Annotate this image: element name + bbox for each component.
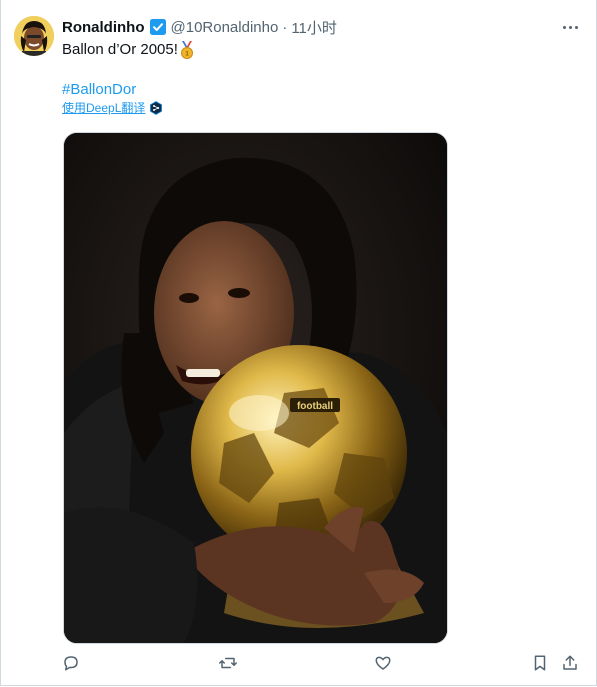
author-avatar[interactable] xyxy=(14,16,54,56)
tweet-text: Ballon d’Or 2005! 1 xyxy=(62,40,195,60)
retweet-icon[interactable] xyxy=(217,652,239,674)
hashtag-link[interactable]: #BallonDor xyxy=(62,80,136,100)
gold-medal-emoji-icon: 1 xyxy=(180,41,193,59)
reply-icon[interactable] xyxy=(60,652,82,674)
verified-badge-icon xyxy=(149,19,166,35)
deepl-icon xyxy=(150,101,163,115)
avatar-image xyxy=(14,16,54,56)
tweet-header: Ronaldinho @10Ronaldinho · 11小时 xyxy=(62,17,337,37)
bookmark-icon[interactable] xyxy=(529,652,551,674)
like-heart-icon[interactable] xyxy=(372,652,394,674)
share-icon[interactable] xyxy=(559,652,581,674)
tweet-media-image[interactable]: football xyxy=(63,132,448,644)
more-dots-icon[interactable] xyxy=(558,18,582,36)
translate-link[interactable]: 使用DeepL翻译 xyxy=(62,100,163,116)
tweet-actions-bar xyxy=(0,652,597,678)
tweet-body: Ballon d’Or 2005! xyxy=(62,41,178,58)
photo-illustration: football xyxy=(64,133,447,643)
header-separator: · xyxy=(282,18,288,36)
tweet-timestamp[interactable]: 11小时 xyxy=(291,17,337,38)
svg-text:football: football xyxy=(297,401,333,412)
author-name[interactable]: Ronaldinho xyxy=(62,19,145,36)
author-handle[interactable]: @10Ronaldinho xyxy=(171,19,279,36)
translate-label: 使用DeepL翻译 xyxy=(62,101,146,115)
